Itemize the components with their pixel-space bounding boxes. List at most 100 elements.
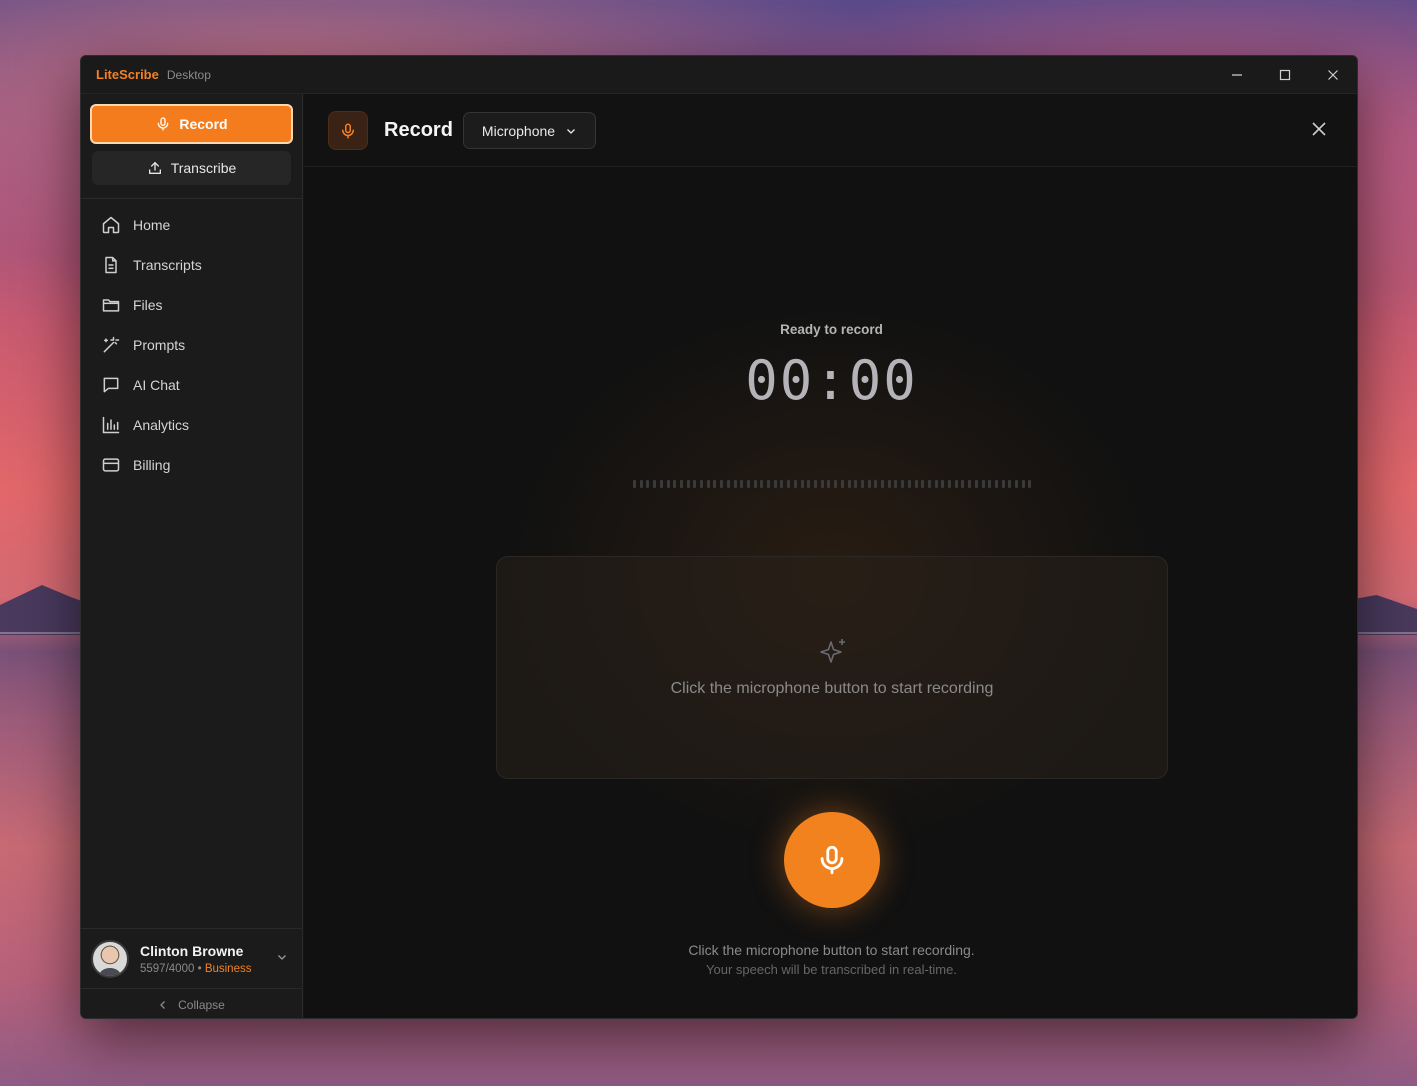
waveform-bar [907,479,911,488]
waveform-bar [646,479,650,488]
maximize-icon [1279,69,1291,81]
main-header: Record Microphone [304,94,1357,167]
waveform-bar [733,479,737,488]
waveform-bar [874,479,878,488]
minimize-button[interactable] [1213,56,1261,94]
sparkles-icon [820,639,845,663]
hint-subtext: Your speech will be transcribed in real-… [706,962,957,977]
document-icon [105,256,117,274]
waveform-bar [713,479,717,488]
waveform-bar [974,479,978,488]
waveform-bar [773,479,777,488]
waveform-bar [639,479,643,488]
waveform-bar [981,479,985,488]
sidebar-item-files[interactable]: Files [91,285,293,325]
sidebar-item-label: Transcripts [133,257,202,273]
sidebar-item-transcripts[interactable]: Transcripts [91,245,293,285]
audio-source-label: Microphone [481,122,556,139]
waveform-bar [961,479,965,488]
main-panel: Record Microphone Ready to record 00:00 … [304,94,1357,1018]
waveform-bar [941,479,945,488]
sidebar-item-label: Billing [133,457,171,473]
waveform-bar [948,479,952,488]
waveform-bar [968,479,972,488]
record-button-label: Record [179,116,228,132]
waveform-bar [746,479,750,488]
chevron-down-icon [567,128,576,134]
waveform-bar [813,479,817,488]
app-subtitle: Desktop [166,67,211,82]
waveform-bar [679,479,683,488]
close-icon[interactable] [1311,121,1327,137]
app-window: LiteScribe Desktop Record Transcribe Hom… [80,55,1358,1019]
sidebar-divider [81,198,302,199]
close-window-button[interactable] [1309,56,1357,94]
maximize-button[interactable] [1261,56,1309,94]
magic-wand-icon [103,336,120,353]
title-bar: LiteScribe Desktop [81,56,1357,94]
home-icon [102,216,120,234]
waveform-bar [854,479,858,488]
recording-status: Ready to record [780,322,883,337]
meta-separator: • [197,962,202,975]
microphone-icon [820,845,844,875]
waveform-bar [800,479,804,488]
waveform-bar [894,479,898,488]
waveform-bar [914,479,918,488]
waveform-bar [867,479,871,488]
waveform-bar [881,479,885,488]
usage-count: 5597/4000 [140,962,195,975]
audio-source-dropdown[interactable]: Microphone [463,112,596,149]
sidebar-item-label: Prompts [133,337,186,353]
waveform-bar [820,479,824,488]
bar-chart-icon [102,416,120,434]
start-recording-button[interactable] [784,812,880,908]
chevron-down-icon[interactable] [276,951,288,963]
transcript-placeholder: Click the microphone button to start rec… [670,680,994,697]
user-meta: 5597/4000 • Business [140,963,251,975]
page-title: Record [384,119,453,141]
collapse-button[interactable]: Collapse [81,988,302,1018]
waveform-bar [726,479,730,488]
sidebar-item-prompts[interactable]: Prompts [91,325,293,365]
transcribe-button[interactable]: Transcribe [92,151,291,185]
sidebar-item-billing[interactable]: Billing [91,445,293,485]
waveform-bar [807,479,811,488]
waveform-bar [793,479,797,488]
waveform-bar [1028,479,1032,488]
waveform-bar [827,479,831,488]
waveform-bar [860,479,864,488]
waveform-bar [740,479,744,488]
waveform-bar [760,479,764,488]
waveform-bar [954,479,958,488]
user-menu[interactable]: Clinton Browne 5597/4000 • Business [81,928,302,988]
waveform-bar [633,479,636,488]
waveform-bar [934,479,938,488]
microphone-icon [342,123,354,138]
record-button[interactable]: Record [90,104,293,144]
waveform-bar [706,479,710,488]
sidebar-item-label: Files [133,297,163,313]
waveform-bar [834,479,838,488]
waveform-bar [1008,479,1012,488]
waveform-bar [927,479,931,488]
sidebar-item-analytics[interactable]: Analytics [91,405,293,445]
folder-icon [102,299,120,312]
sidebar-item-ai-chat[interactable]: AI Chat [91,365,293,405]
waveform-bar [1001,479,1005,488]
sidebar-nav: Home Transcripts Files Prompts AI Chat A… [91,205,293,485]
user-info: Clinton Browne 5597/4000 • Business [140,943,251,975]
plan-badge: Business [204,962,252,975]
sidebar-item-home[interactable]: Home [91,205,293,245]
waveform-bar [720,479,724,488]
minimize-icon [1232,74,1242,76]
waveform-bar [753,479,757,488]
waveform-bar [653,479,657,488]
close-icon [1328,70,1338,80]
waveform-bar [994,479,998,488]
waveform-bar [693,479,697,488]
waveform-bar [767,479,771,488]
chevron-left-icon [160,1000,166,1009]
sidebar-item-label: Home [133,217,171,233]
waveform-bar [887,479,891,488]
